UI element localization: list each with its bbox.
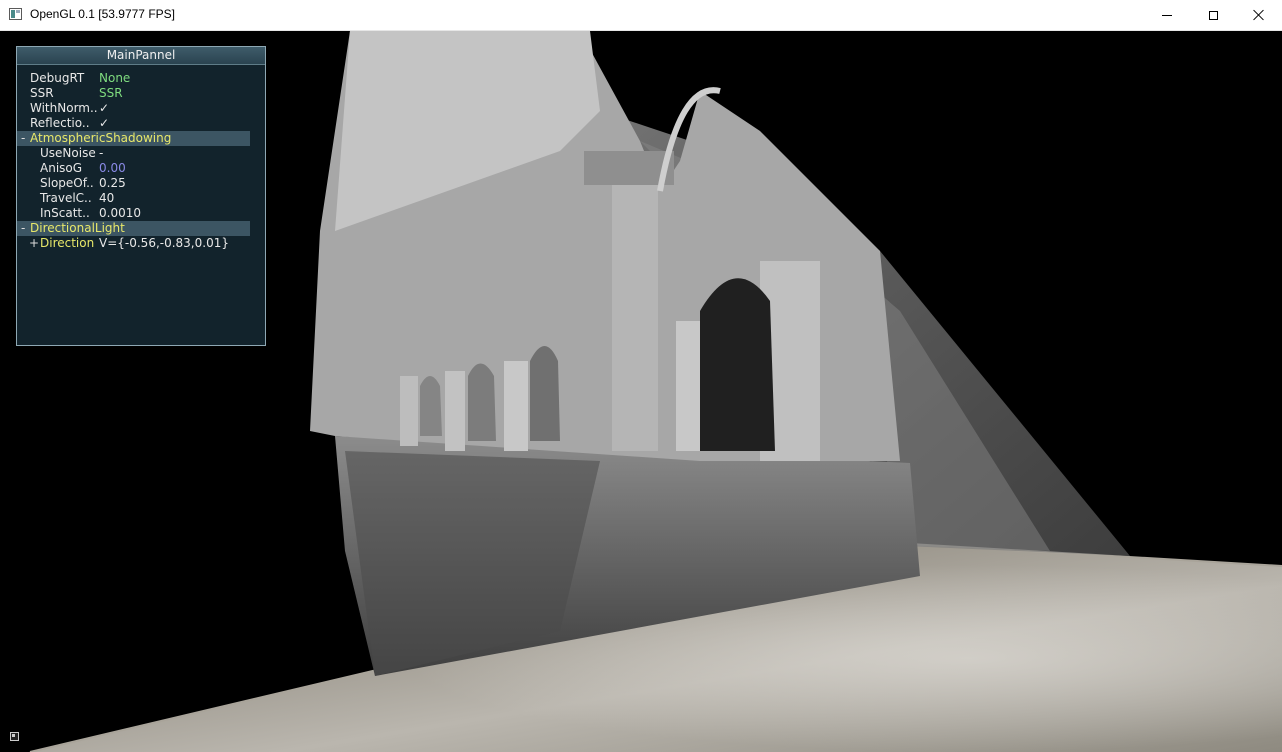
row-usenoise[interactable]: UseNoise - (17, 146, 265, 161)
travelc-value[interactable]: 40 (99, 191, 114, 206)
expand-icon[interactable]: + (29, 236, 39, 251)
row-debugrt[interactable]: DebugRT None (17, 71, 265, 86)
group-title[interactable]: DirectionalLight (30, 221, 125, 236)
arch-opening-2 (468, 363, 496, 441)
row-slopeof[interactable]: SlopeOf.. 0.25 (17, 176, 265, 191)
group-atmospheric-shadowing[interactable]: - AtmosphericShadowing (17, 131, 250, 146)
row-reflection[interactable]: Reflectio.. ✓ (17, 116, 265, 131)
window-titlebar: OpenGL 0.1 [53.9777 FPS] (0, 0, 1282, 31)
group-directional-light[interactable]: - DirectionalLight (17, 221, 250, 236)
minimize-button[interactable] (1144, 0, 1190, 30)
debugrt-value[interactable]: None (99, 71, 130, 86)
close-button[interactable] (1236, 0, 1282, 30)
main-panel[interactable]: MainPannel DebugRT None SSR SSR WithNorm… (16, 46, 266, 346)
group-title[interactable]: AtmosphericShadowing (30, 131, 171, 146)
collapse-icon[interactable]: - (21, 221, 25, 236)
row-anisog[interactable]: AnisoG 0.00 (17, 161, 265, 176)
slopeof-label: SlopeOf.. (40, 176, 94, 190)
usenoise-value[interactable]: - (99, 146, 103, 161)
direction-label: Direction (40, 236, 95, 250)
arch-opening-large (700, 278, 775, 451)
ssr-value[interactable]: SSR (99, 86, 123, 101)
inscatt-label: InScatt.. (40, 206, 90, 220)
usenoise-label: UseNoise (40, 146, 96, 160)
arch-opening-3 (420, 376, 442, 436)
row-inscatt[interactable]: InScatt.. 0.0010 (17, 206, 265, 221)
window-title: OpenGL 0.1 [53.9777 FPS] (30, 7, 175, 21)
slopeof-value[interactable]: 0.25 (99, 176, 126, 191)
column-5 (445, 371, 465, 451)
reflection-label: Reflectio.. (30, 116, 90, 130)
anisog-value[interactable]: 0.00 (99, 161, 126, 176)
app-icon (9, 8, 22, 20)
column-3 (676, 321, 702, 451)
direction-value[interactable]: V={-0.56,-0.83,0.01} (99, 236, 229, 251)
close-icon (1253, 9, 1265, 21)
arch-opening-1 (530, 346, 560, 441)
row-withnormal[interactable]: WithNorm.. ✓ (17, 101, 265, 116)
column-4 (504, 361, 528, 451)
maximize-icon (1208, 10, 1218, 20)
withnormal-label: WithNorm.. (30, 101, 98, 115)
ssr-label: SSR (30, 86, 54, 100)
column-1 (612, 181, 658, 451)
debugrt-label: DebugRT (30, 71, 85, 85)
row-ssr[interactable]: SSR SSR (17, 86, 265, 101)
column-6 (400, 376, 418, 446)
row-direction[interactable]: + Direction V={-0.56,-0.83,0.01} (17, 236, 265, 251)
anisog-label: AnisoG (40, 161, 83, 175)
resize-grip-icon[interactable] (10, 732, 19, 741)
collapse-icon[interactable]: - (21, 131, 25, 146)
maximize-button[interactable] (1190, 0, 1236, 30)
withnormal-checkmark-icon[interactable]: ✓ (99, 101, 109, 116)
minimize-icon (1162, 14, 1172, 16)
panel-title[interactable]: MainPannel (17, 47, 265, 65)
reflection-checkmark-icon[interactable]: ✓ (99, 116, 109, 131)
inscatt-value[interactable]: 0.0010 (99, 206, 141, 221)
row-travelc[interactable]: TravelC.. 40 (17, 191, 265, 206)
travelc-label: TravelC.. (40, 191, 92, 205)
